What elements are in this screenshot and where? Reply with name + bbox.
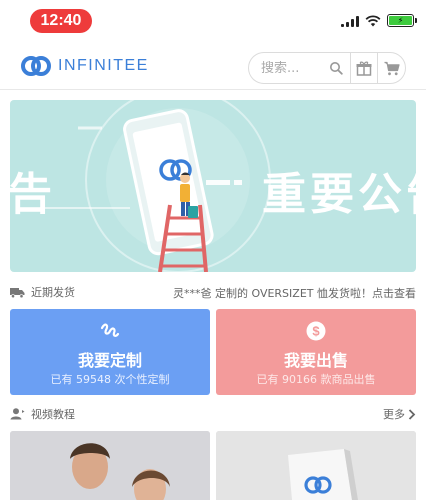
video-thumbnail-1[interactable] — [10, 431, 210, 500]
more-label: 更多 — [383, 408, 405, 421]
recent-shipping-info[interactable]: 灵***爸 定制的 OVERSIZET 恤发货啦！点击查看 — [173, 285, 416, 301]
video-user-icon — [10, 408, 25, 420]
status-time: 12:40 — [30, 9, 92, 33]
dollar-icon: $ — [306, 321, 326, 341]
video-tutorial-label: 视频教程 — [31, 408, 75, 421]
truck-icon — [10, 287, 25, 298]
status-bar: 12:40 ⚡ — [0, 0, 426, 44]
sell-card[interactable]: $ 我要出售 已有 90166 款商品出售 — [216, 309, 416, 395]
recent-shipping-row[interactable]: 近期发货 灵***爸 定制的 OVERSIZET 恤发货啦！点击查看 — [10, 282, 416, 302]
system-icons: ⚡ — [341, 14, 417, 27]
app-header: INFINITEE — [0, 44, 426, 90]
battery-icon: ⚡ — [387, 14, 417, 27]
custom-order-card[interactable]: 我要定制 已有 59548 次个性定制 — [10, 309, 210, 395]
announcement-banner[interactable]: 告 重要公告 — [10, 100, 416, 272]
cellular-signal-icon — [341, 15, 359, 27]
logo[interactable]: INFINITEE — [20, 55, 149, 77]
infinitee-logo-icon — [21, 56, 51, 76]
custom-order-title: 我要定制 — [77, 351, 142, 370]
search-box[interactable] — [248, 52, 406, 84]
banner-text-right: 重要公告 — [262, 169, 416, 220]
logo-text: INFINITEE — [58, 57, 149, 74]
more-link[interactable]: 更多 — [383, 406, 416, 422]
search-input[interactable] — [261, 60, 323, 76]
banner-text-left: 告 — [10, 169, 56, 220]
video-tutorial-row: 视频教程 更多 — [10, 404, 416, 424]
search-icon[interactable] — [323, 53, 350, 83]
models-photo — [10, 431, 210, 500]
shopping-cart-icon[interactable] — [378, 53, 405, 83]
svg-text:$: $ — [312, 324, 320, 339]
wifi-icon — [365, 14, 381, 26]
recent-shipping-label: 近期发货 — [31, 286, 75, 299]
sell-title: 我要出售 — [283, 351, 348, 370]
gift-box-icon[interactable] — [351, 53, 378, 83]
video-thumbnail-2[interactable] — [216, 431, 416, 500]
product-box-photo — [216, 431, 416, 500]
sell-subtitle: 已有 90166 款商品出售 — [256, 373, 376, 386]
chevron-right-icon — [408, 408, 416, 420]
custom-swirl-icon — [100, 323, 120, 337]
custom-order-subtitle: 已有 59548 次个性定制 — [50, 373, 170, 386]
